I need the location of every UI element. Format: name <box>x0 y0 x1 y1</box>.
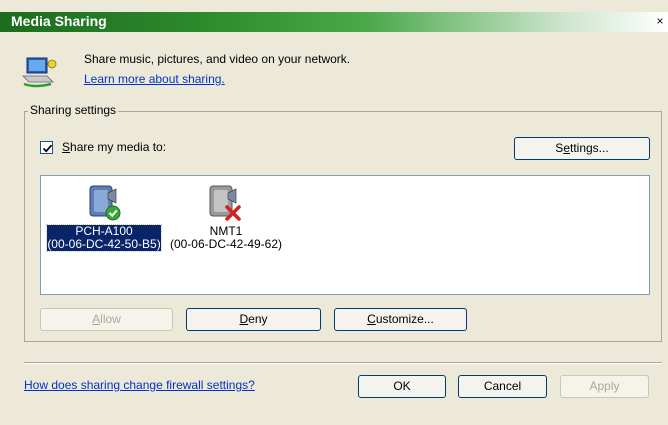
close-icon[interactable]: × <box>654 14 666 28</box>
allow-button[interactable]: Allow <box>40 308 173 331</box>
ok-button[interactable]: OK <box>358 375 446 398</box>
media-player-allowed-icon[interactable] <box>86 183 124 223</box>
apply-button[interactable]: Apply <box>560 375 649 398</box>
checkmark-icon <box>42 144 53 153</box>
settings-label-mnemonic: e <box>563 141 570 155</box>
device-mac: (00-06-DC-42-50-B5) <box>47 237 161 251</box>
customize-mnemonic: C <box>367 312 376 326</box>
customize-label: ustomize... <box>375 312 434 326</box>
media-player-denied-icon[interactable] <box>206 183 244 223</box>
deny-button[interactable]: Deny <box>186 308 321 331</box>
settings-label-post: ttings... <box>570 141 609 155</box>
device-item-nmt1[interactable]: NMT1 (00-06-DC-42-49-62) <box>163 225 289 251</box>
deny-label: eny <box>248 312 268 326</box>
footer-separator <box>24 362 662 364</box>
share-media-label[interactable]: Share my media to: <box>62 140 166 154</box>
cancel-button[interactable]: Cancel <box>458 375 547 398</box>
allow-mnemonic: A <box>92 312 101 326</box>
settings-button[interactable]: Settings... <box>514 137 650 160</box>
learn-more-link[interactable]: Learn more about sharing. <box>84 72 225 86</box>
header-description: Share music, pictures, and video on your… <box>84 52 351 66</box>
allow-label: llow <box>100 312 121 326</box>
device-mac: (00-06-DC-42-49-62) <box>169 237 283 251</box>
device-label-selected: PCH-A100 (00-06-DC-42-50-B5) <box>46 224 162 252</box>
share-media-mnemonic: S <box>62 140 71 154</box>
sharing-settings-legend: Sharing settings <box>28 103 119 117</box>
media-sharing-dialog: Media Sharing × Share music, pictures, a… <box>0 0 668 425</box>
window-title: Media Sharing <box>11 13 107 29</box>
share-media-checkbox[interactable] <box>40 141 53 154</box>
share-media-label-text: hare my media to: <box>70 140 167 154</box>
device-item-pch-a100[interactable]: PCH-A100 (00-06-DC-42-50-B5) <box>45 224 163 252</box>
title-bar[interactable]: Media Sharing × <box>0 12 668 32</box>
firewall-help-link[interactable]: How does sharing change firewall setting… <box>24 378 255 392</box>
deny-mnemonic: D <box>239 312 249 326</box>
media-network-icon <box>21 52 59 92</box>
customize-button[interactable]: Customize... <box>334 308 467 331</box>
